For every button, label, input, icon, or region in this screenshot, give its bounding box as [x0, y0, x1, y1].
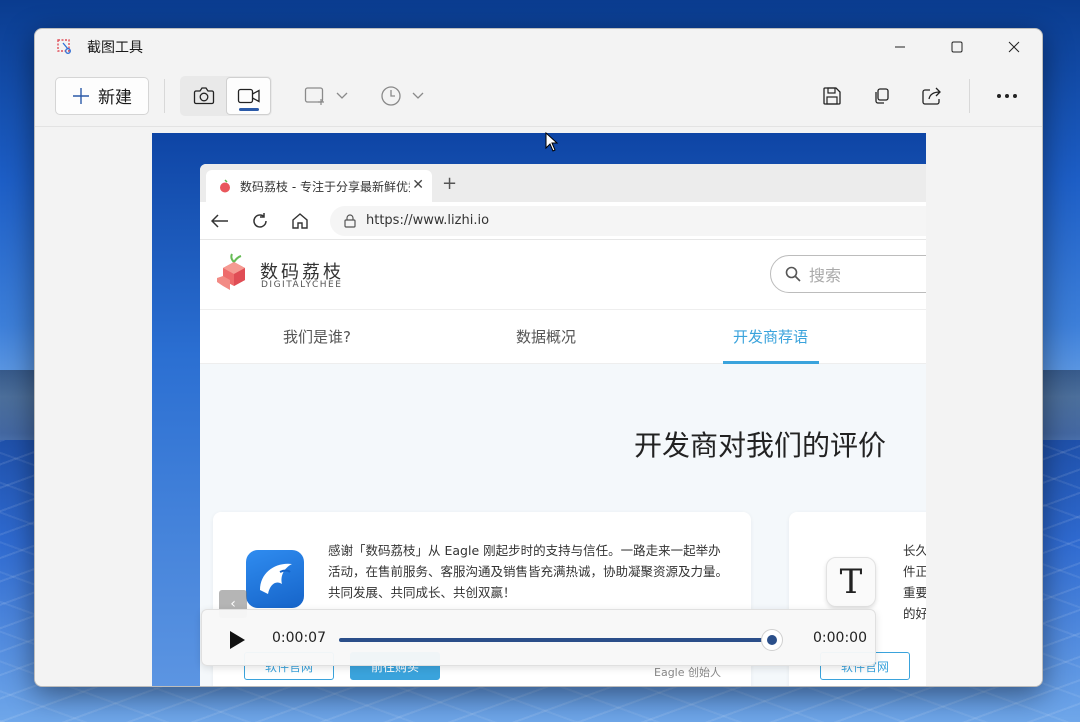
rectangle-snip-icon: [304, 86, 324, 105]
title-bar: 截图工具: [35, 29, 1042, 65]
testimonial-quote-partial: 长久件正重要的好: [903, 543, 926, 621]
toolbar-separator: [969, 79, 970, 113]
toolbar-separator: [164, 78, 165, 113]
site-section-tabs: 我们是谁? 数据概况 开发商荐语: [200, 310, 926, 364]
refresh-icon[interactable]: [240, 212, 280, 230]
search-placeholder: 搜索: [809, 266, 842, 285]
capture-mode-group: [180, 75, 272, 116]
save-button[interactable]: [807, 76, 857, 116]
maximize-icon: [951, 41, 962, 53]
new-tab-icon[interactable]: +: [442, 173, 457, 194]
url-field[interactable]: https://www.lizhi.io: [330, 205, 926, 236]
delay-dropdown[interactable]: [380, 85, 424, 107]
snip-shape-dropdown[interactable]: [304, 86, 348, 106]
site-header: 数码荔枝 DIGITALYCHEE 搜索: [200, 240, 926, 310]
capture-canvas: 数码荔枝 - 专注于分享最新鲜优秀 ✕ + https://www.lizhi.…: [35, 128, 1042, 686]
minimize-icon: [894, 46, 905, 48]
play-icon[interactable]: [228, 630, 246, 650]
current-time: 0:00:07: [272, 630, 326, 646]
search-icon: [785, 266, 801, 282]
browser-tab-title: 数码荔枝 - 专注于分享最新鲜优秀: [240, 179, 410, 194]
new-button-label: 新建: [98, 88, 132, 108]
video-camera-icon: [237, 88, 260, 103]
tab-who-we-are[interactable]: 我们是谁?: [283, 326, 351, 347]
tab-data-overview[interactable]: 数据概况: [516, 326, 576, 347]
snipping-tool-window: 截图工具 新建 数码荔枝 - 专注于分享最新鲜优秀 ✕ + https://ww…: [34, 28, 1043, 687]
close-icon: [1008, 41, 1019, 53]
lychee-logo-icon[interactable]: [216, 252, 252, 292]
toolbar: 新建: [35, 65, 1042, 127]
eagle-app-icon: [246, 550, 304, 608]
seek-thumb[interactable]: [761, 629, 784, 651]
window-title: 截图工具: [87, 40, 143, 56]
plus-icon: [73, 87, 89, 104]
testimonial-quote: 感谢「数码荔枝」从 Eagle 刚起步时的支持与信任。一路走来一起举办活动，在售…: [328, 543, 729, 600]
video-player-controls: 0:00:07 0:00:00: [201, 609, 876, 666]
lock-icon: [344, 213, 356, 228]
maximize-button[interactable]: [928, 29, 985, 65]
browser-tab[interactable]: 数码荔枝 - 专注于分享最新鲜优秀 ✕: [206, 170, 432, 202]
address-bar: https://www.lizhi.io: [200, 202, 926, 240]
lychee-favicon-icon: [220, 179, 230, 193]
screenshot-mode-button[interactable]: [181, 77, 226, 115]
total-time: 0:00:00: [813, 630, 867, 646]
share-button[interactable]: [907, 76, 957, 116]
save-icon: [823, 87, 841, 105]
seek-bar[interactable]: [339, 638, 773, 642]
section-title: 开发商对我们的评价: [634, 429, 887, 462]
video-mode-button[interactable]: [226, 76, 271, 115]
tab-developer-testimonials[interactable]: 开发商荐语: [733, 326, 808, 347]
home-icon[interactable]: [280, 212, 320, 230]
minimize-button[interactable]: [871, 29, 928, 65]
clock-icon: [381, 85, 401, 106]
copy-button[interactable]: [857, 76, 907, 116]
logo-english-name: DIGITALYCHEE: [261, 280, 343, 290]
site-search-input[interactable]: 搜索: [770, 255, 926, 293]
share-icon: [922, 87, 941, 105]
testimonial-author: Eagle 创始人: [654, 666, 721, 679]
tab-close-icon[interactable]: ✕: [412, 177, 424, 193]
mouse-cursor-icon: [545, 132, 559, 152]
back-icon[interactable]: [200, 213, 240, 228]
chevron-down-icon: [412, 92, 424, 99]
copy-icon: [875, 88, 889, 104]
camera-icon: [193, 86, 214, 104]
captured-screen: 数码荔枝 - 专注于分享最新鲜优秀 ✕ + https://www.lizhi.…: [152, 133, 926, 686]
close-button[interactable]: [985, 29, 1042, 65]
scissors-app-icon: [57, 39, 73, 55]
more-options-button[interactable]: [982, 76, 1032, 116]
browser-tab-strip: 数码荔枝 - 专注于分享最新鲜优秀 ✕ +: [200, 164, 926, 202]
typora-app-icon: T: [826, 557, 876, 607]
more-icon: [997, 94, 1017, 98]
new-button[interactable]: 新建: [55, 76, 149, 115]
chevron-down-icon: [336, 92, 348, 99]
url-text: https://www.lizhi.io: [366, 213, 490, 228]
